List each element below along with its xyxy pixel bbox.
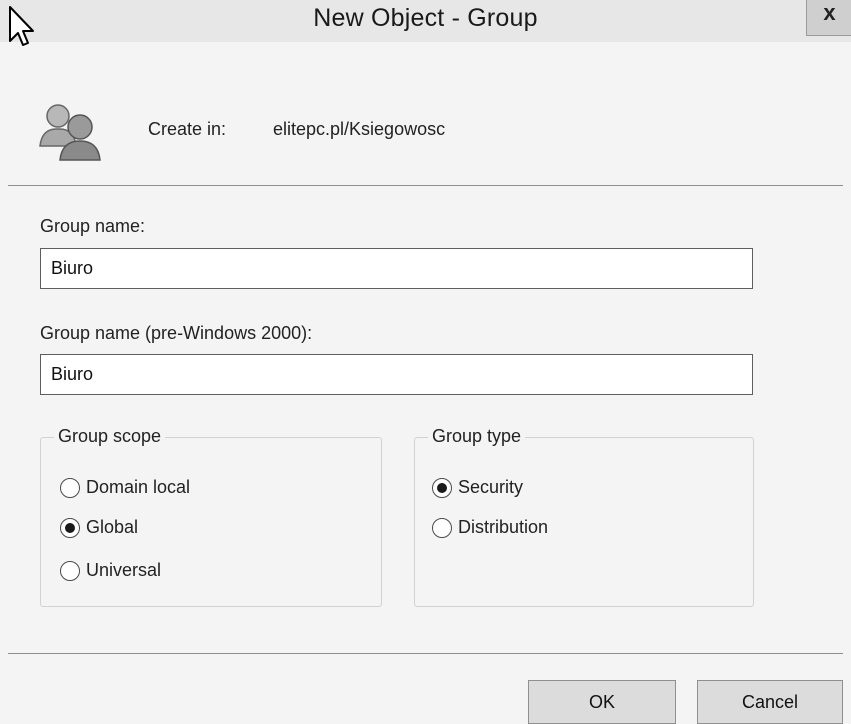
- group-scope-box: Group scope Domain local Global Universa…: [40, 426, 382, 607]
- radio-label: Security: [458, 477, 524, 497]
- radio-label: Global: [86, 517, 139, 537]
- group-name-label: Group name:: [40, 216, 146, 236]
- close-button[interactable]: x: [806, 0, 851, 36]
- radio-button[interactable]: [60, 517, 80, 538]
- window-title: New Object - Group: [313, 4, 538, 32]
- group-type-title: Group type: [428, 426, 526, 447]
- group-name-input[interactable]: [40, 248, 753, 289]
- radio-button[interactable]: [432, 517, 452, 538]
- radio-label: Distribution: [458, 517, 549, 537]
- radio-button[interactable]: [60, 560, 80, 581]
- cancel-button[interactable]: Cancel: [697, 680, 843, 724]
- users-group-icon: [39, 104, 101, 161]
- radio-label: Universal: [86, 560, 162, 580]
- radio-universal[interactable]: Universal: [60, 560, 161, 581]
- group-scope-title: Group scope: [54, 426, 166, 447]
- radio-domain-local[interactable]: Domain local: [60, 477, 190, 498]
- radio-distribution[interactable]: Distribution: [432, 517, 548, 538]
- group-name-pre2000-label: Group name (pre-Windows 2000):: [40, 323, 313, 343]
- mouse-cursor-icon: [9, 6, 34, 46]
- divider-bottom: [8, 653, 843, 654]
- group-name-pre2000-input[interactable]: [40, 354, 753, 395]
- title-bar: New Object - Group x: [0, 0, 851, 46]
- radio-button[interactable]: [432, 477, 452, 498]
- ok-button[interactable]: OK: [528, 680, 676, 724]
- radio-security[interactable]: Security: [432, 477, 523, 498]
- create-in-label: Create in:: [148, 119, 227, 139]
- radio-label: Domain local: [86, 477, 191, 497]
- create-in-path: elitepc.pl/Ksiegowosc: [273, 119, 446, 139]
- divider-top: [8, 185, 843, 186]
- group-type-box: Group type Security Distribution: [414, 426, 754, 607]
- radio-button[interactable]: [60, 477, 80, 498]
- radio-global[interactable]: Global: [60, 517, 138, 538]
